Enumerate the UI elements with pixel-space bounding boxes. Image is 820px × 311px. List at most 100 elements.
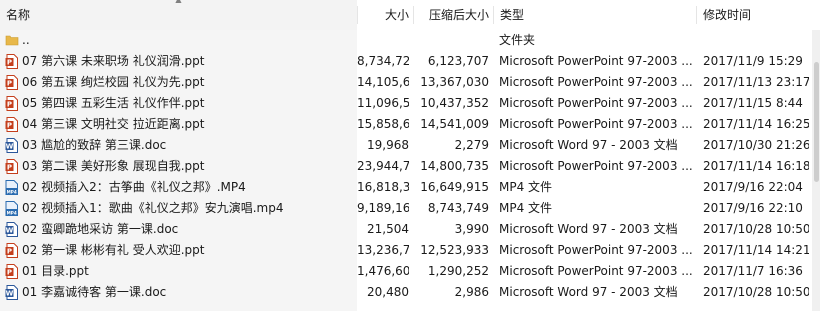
file-modified [703, 30, 809, 51]
file-row[interactable]: P 04 第三课 文明社交 拉近距离.ppt 15,858,688 14,541,00… [0, 114, 812, 135]
file-type: Microsoft PowerPoint 97-2003 ... [499, 96, 693, 110]
file-list: ▲ 名称 大小 压缩后大小 类型 修改时间 .. 文件夹 P 07 第六课 未来职场 … [0, 0, 820, 311]
file-modified: 2017/11/14 16:18 [703, 159, 809, 173]
file-compressed-size: 1,290,252 [427, 264, 489, 278]
file-size: 13,236,736 [357, 243, 409, 257]
file-compressed-size: 10,437,352 [420, 96, 489, 110]
svg-text:P: P [7, 269, 12, 277]
column-header-type[interactable]: 类型 [494, 0, 696, 30]
file-row[interactable]: P 03 第二课 美好形象 展现自我.ppt 23,944,704 14,800,73… [0, 156, 812, 177]
file-modified: 2017/11/15 8:44 [703, 96, 803, 110]
word-file-icon: W [5, 138, 18, 153]
file-name: 07 第六课 未来职场 礼仪润滑.ppt [22, 54, 205, 68]
file-type: Microsoft PowerPoint 97-2003 ... [499, 243, 693, 257]
svg-text:W: W [6, 227, 14, 235]
file-size: 21,504 [367, 222, 409, 236]
file-name: 03 尴尬的致辞 第三课.doc [22, 138, 167, 152]
folder-up-icon [5, 33, 19, 48]
svg-text:W: W [6, 143, 14, 151]
svg-text:P: P [7, 59, 12, 67]
file-row[interactable]: .. 文件夹 [0, 30, 812, 51]
file-name: 01 目录.ppt [22, 264, 89, 278]
sort-ascending-icon: ▲ [0, 0, 357, 5]
file-type: Microsoft Word 97 - 2003 文档 [499, 285, 678, 299]
video-file-icon: MP4 [5, 201, 18, 216]
column-header-size[interactable]: 大小 [358, 0, 413, 30]
file-modified: 2017/11/14 16:25 [703, 117, 809, 131]
column-header-compressed-label: 压缩后大小 [428, 8, 489, 22]
file-compressed-size: 12,523,933 [420, 243, 489, 257]
file-modified: 2017/9/16 22:04 [703, 180, 803, 194]
file-size: 9,189,162 [357, 201, 409, 215]
file-row[interactable]: P 05 第四课 五彩生活 礼仪作伴.ppt 11,096,576 10,437,35… [0, 93, 812, 114]
svg-text:MP4: MP4 [7, 211, 17, 216]
file-compressed-size: 2,986 [454, 285, 489, 299]
file-size: 11,096,576 [357, 96, 409, 110]
column-header-compressed[interactable]: 压缩后大小 [414, 0, 493, 30]
file-size: 8,734,720 [357, 54, 409, 68]
svg-text:W: W [6, 290, 14, 298]
word-file-icon: W [5, 285, 18, 300]
file-compressed-size: 14,800,735 [420, 159, 489, 173]
svg-text:P: P [7, 122, 12, 130]
svg-text:P: P [7, 164, 12, 172]
svg-text:MP4: MP4 [7, 190, 17, 195]
column-header-modified[interactable]: 修改时间 [697, 0, 812, 30]
file-name: 02 视频插入1：歌曲《礼仪之邦》安九演唱.mp4 [22, 201, 284, 215]
file-row[interactable]: W 01 李嘉诚待客 第一课.doc 20,480 2,986 Microsoft Wo… [0, 282, 812, 303]
file-row[interactable]: MP4 02 视频插入2：古筝曲《礼仪之邦》.MP4 16,818,322 16,64… [0, 177, 812, 198]
file-row[interactable]: P 02 第一课 彬彬有礼 受人欢迎.ppt 13,236,736 12,523,93… [0, 240, 812, 261]
file-name: 02 视频插入2：古筝曲《礼仪之邦》.MP4 [22, 180, 246, 194]
svg-text:P: P [7, 248, 12, 256]
file-name: 06 第五课 绚烂校园 礼仪为先.ppt [22, 75, 205, 89]
file-size: 14,105,600 [357, 75, 409, 89]
column-header-modified-label: 修改时间 [703, 8, 752, 22]
file-size [357, 30, 409, 51]
file-name: 03 第二课 美好形象 展现自我.ppt [22, 159, 205, 173]
file-row[interactable]: W 02 蛮卿跪地采访 第一课.doc 21,504 3,990 Microsoft W… [0, 219, 812, 240]
powerpoint-file-icon: P [5, 54, 18, 69]
column-header-name-label: 名称 [6, 8, 31, 22]
svg-text:P: P [7, 80, 12, 88]
powerpoint-file-icon: P [5, 159, 18, 174]
file-size: 20,480 [367, 285, 409, 299]
file-row[interactable]: P 01 目录.ppt 1,476,608 1,290,252 Microsoft Po… [0, 261, 812, 282]
powerpoint-file-icon: P [5, 117, 18, 132]
file-name: 01 李嘉诚待客 第一课.doc [22, 285, 167, 299]
column-header-name[interactable]: ▲ 名称 [0, 0, 357, 30]
file-type: Microsoft PowerPoint 97-2003 ... [499, 54, 693, 68]
file-row[interactable]: P 07 第六课 未来职场 礼仪润滑.ppt 8,734,720 6,123,707 M… [0, 51, 812, 72]
file-type: Microsoft PowerPoint 97-2003 ... [499, 159, 693, 173]
file-modified: 2017/11/14 14:21 [703, 243, 809, 257]
file-type: MP4 文件 [499, 180, 553, 194]
file-name: 04 第三课 文明社交 拉近距离.ppt [22, 117, 205, 131]
file-type: Microsoft PowerPoint 97-2003 ... [499, 264, 693, 278]
file-name: .. [22, 33, 30, 47]
file-compressed-size: 3,990 [454, 222, 489, 236]
vertical-scrollbar[interactable] [812, 30, 820, 311]
file-compressed-size: 6,123,707 [427, 54, 489, 68]
file-size: 23,944,704 [357, 159, 409, 173]
powerpoint-file-icon: P [5, 96, 18, 111]
file-modified: 2017/11/13 23:17 [703, 75, 809, 89]
file-row[interactable]: W 03 尴尬的致辞 第三课.doc 19,968 2,279 Microsoft Wo… [0, 135, 812, 156]
column-header: ▲ 名称 大小 压缩后大小 类型 修改时间 [0, 0, 820, 30]
file-compressed-size: 13,367,030 [420, 75, 489, 89]
file-modified: 2017/10/28 10:50 [703, 222, 809, 236]
word-file-icon: W [5, 222, 18, 237]
file-size: 1,476,608 [357, 264, 409, 278]
file-modified: 2017/10/28 10:50 [703, 285, 809, 299]
file-compressed-size: 16,649,915 [420, 180, 489, 194]
file-row[interactable]: MP4 02 视频插入1：歌曲《礼仪之邦》安九演唱.mp4 9,189,162 8,7… [0, 198, 812, 219]
scrollbar-thumb[interactable] [814, 62, 819, 182]
file-type: Microsoft Word 97 - 2003 文档 [499, 138, 678, 152]
file-name: 05 第四课 五彩生活 礼仪作伴.ppt [22, 96, 205, 110]
file-compressed-size: 2,279 [454, 138, 489, 152]
file-row[interactable]: P 06 第五课 绚烂校园 礼仪为先.ppt 14,105,600 13,367,03… [0, 72, 812, 93]
file-type: 文件夹 [499, 33, 536, 47]
file-modified: 2017/9/16 22:10 [703, 201, 803, 215]
file-size: 16,818,322 [357, 180, 409, 194]
file-modified: 2017/11/9 15:29 [703, 54, 803, 68]
file-size: 19,968 [367, 138, 409, 152]
column-header-type-label: 类型 [500, 8, 525, 22]
